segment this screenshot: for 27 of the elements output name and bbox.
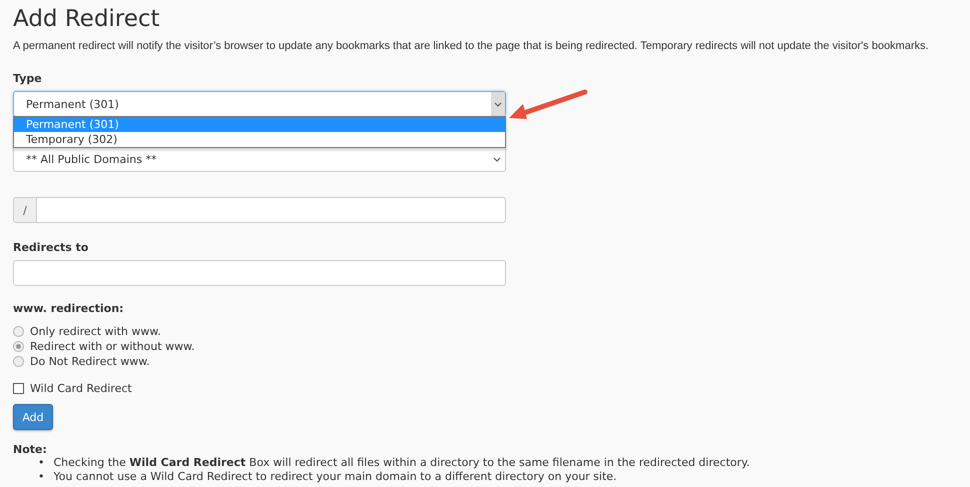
note-item: Checking the Wild Card Redirect Box will redirect all files within a directory to the same filename in the redirected directory.	[54, 456, 750, 469]
path-field[interactable]	[37, 197, 506, 223]
bullet: •	[38, 456, 44, 469]
type-label: Type	[13, 72, 43, 85]
path-prefix: /	[13, 197, 37, 223]
bullet: •	[38, 470, 44, 483]
checkbox-label: Wild Card Redirect	[30, 382, 132, 395]
radio-label: Only redirect with www.	[30, 325, 161, 338]
www-redirection-label: www. redirection:	[13, 302, 125, 315]
caret-icon	[493, 156, 501, 162]
radio-label: Redirect with or without www.	[30, 340, 195, 353]
add-button[interactable]: Add	[13, 404, 53, 430]
page-title: Add Redirect	[13, 5, 161, 34]
redirects-to-label: Redirects to	[13, 241, 90, 254]
caret-icon	[494, 102, 502, 106]
note-item: You cannot use a Wild Card Redirect to redirect your main domain to a different directory on your site.	[54, 470, 617, 483]
radio-button[interactable]	[13, 341, 24, 352]
domain-select[interactable]: ** All Public Domains **	[13, 146, 506, 172]
dropdown-option[interactable]: Temporary (302)	[14, 132, 505, 147]
radio-button[interactable]	[13, 356, 24, 367]
type-select[interactable]: Permanent (301)	[13, 91, 506, 117]
radio-button[interactable]	[13, 326, 24, 337]
radio-label: Do Not Redirect www.	[30, 355, 150, 368]
note-title: Note:	[13, 443, 48, 456]
description: A permanent redirect will notify the visitor’s browser to update any bookmarks that are linked to the page that is being redirected. Temporary redirects will not update the visitor's bookmarks.	[13, 40, 929, 52]
redirects-to-field[interactable]	[13, 260, 506, 286]
checkbox[interactable]	[13, 383, 24, 394]
